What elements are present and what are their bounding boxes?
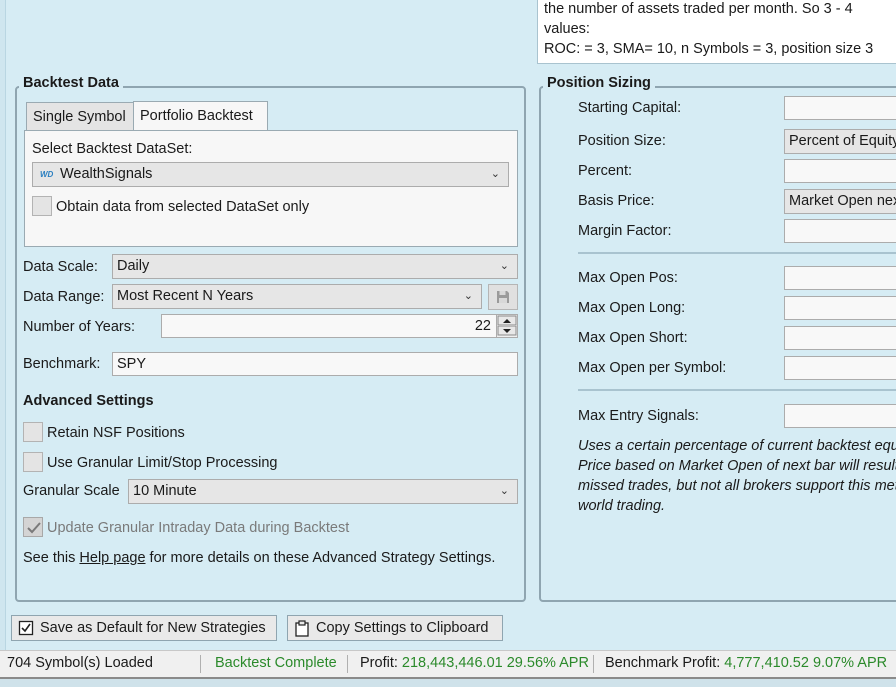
basis-price-value: Market Open next bar <box>789 193 896 209</box>
tab-single-symbol[interactable]: Single Symbol <box>26 102 134 131</box>
basis-price-select[interactable]: Market Open next bar <box>784 189 896 214</box>
benchmark-label: Benchmark: <box>23 356 101 372</box>
benchmark-profit-label: Benchmark Profit: <box>605 655 725 671</box>
help-page-link[interactable]: Help page <box>79 550 145 566</box>
help-text: See this Help page for more details on t… <box>23 549 495 567</box>
help-text-prefix: See this <box>23 550 80 566</box>
max-entry-signals-label: Max Entry Signals: <box>578 408 699 424</box>
status-separator <box>593 655 594 673</box>
max-open-short-input[interactable] <box>784 326 896 350</box>
chevron-down-icon: ⌄ <box>499 485 509 497</box>
max-open-long-input[interactable] <box>784 296 896 320</box>
chevron-down-icon: ⌄ <box>490 168 500 180</box>
save-as-default-label: Save as Default for New Strategies <box>40 620 266 636</box>
margin-factor-input[interactable] <box>784 219 896 243</box>
obtain-data-checkbox[interactable] <box>32 196 52 216</box>
position-note-line: Uses a certain percentage of current bac… <box>578 438 896 454</box>
data-range-select[interactable]: Most Recent N Years ⌄ <box>112 284 482 309</box>
number-of-years-label: Number of Years: <box>23 319 136 335</box>
floppy-disk-icon <box>497 291 509 303</box>
max-entry-signals-input[interactable] <box>784 404 896 428</box>
dataset-value: WealthSignals <box>60 166 153 182</box>
window-bottom-edge <box>0 677 896 687</box>
checkmark-icon <box>27 522 41 534</box>
granular-scale-select[interactable]: 10 Minute ⌄ <box>128 479 518 504</box>
save-range-button[interactable] <box>488 284 518 310</box>
update-intraday-label: Update Granular Intraday Data during Bac… <box>47 520 350 536</box>
profit-status: Profit: 218,443,446.01 29.56% APR <box>360 651 589 676</box>
position-note-line: Price based on Market Open of next bar w… <box>578 458 896 474</box>
data-scale-select[interactable]: Daily ⌄ <box>112 254 518 279</box>
chevron-down-icon: ⌄ <box>463 290 473 302</box>
position-sizing-title: Position Sizing <box>543 74 655 92</box>
retain-nsf-checkbox[interactable] <box>23 422 43 442</box>
strategy-description-box[interactable]: the number of assets traded per month. S… <box>537 0 896 64</box>
wealthdata-logo-icon: WD <box>40 170 54 179</box>
divider <box>578 252 896 254</box>
number-of-years-input[interactable]: 22 <box>161 314 518 338</box>
position-note-line: world trading. <box>578 498 666 514</box>
max-open-pos-label: Max Open Pos: <box>578 270 678 286</box>
starting-capital-input[interactable] <box>784 96 896 120</box>
granular-scale-label: Granular Scale <box>23 483 120 499</box>
benchmark-profit-status: Benchmark Profit: 4,777,410.52 9.07% APR <box>605 651 887 676</box>
symbols-loaded-status: 704 Symbol(s) Loaded <box>7 655 153 671</box>
help-text-suffix: for more details on these Advanced Strat… <box>145 550 496 566</box>
data-scale-value: Daily <box>117 258 150 274</box>
max-open-long-label: Max Open Long: <box>578 300 686 316</box>
position-note-line: missed trades, but not all brokers suppo… <box>578 478 896 494</box>
benchmark-profit-value: 4,777,410.52 9.07% APR <box>724 655 888 671</box>
tab-portfolio-backtest[interactable]: Portfolio Backtest <box>133 101 268 131</box>
data-range-label: Data Range: <box>23 289 105 305</box>
status-separator <box>347 655 348 673</box>
data-range-value: Most Recent N Years <box>117 288 254 304</box>
max-open-short-label: Max Open Short: <box>578 330 688 346</box>
starting-capital-label: Starting Capital: <box>578 100 682 116</box>
granular-processing-checkbox[interactable] <box>23 452 43 472</box>
position-size-select[interactable]: Percent of Equity <box>784 129 896 154</box>
description-line: the number of assets traded per month. S… <box>544 1 853 17</box>
advanced-settings-heading: Advanced Settings <box>23 393 154 409</box>
position-size-value: Percent of Equity <box>789 133 896 149</box>
number-of-years-value: 22 <box>474 318 491 334</box>
benchmark-input[interactable]: SPY <box>112 352 518 376</box>
percent-input[interactable] <box>784 159 896 183</box>
max-open-symbol-label: Max Open per Symbol: <box>578 360 727 376</box>
profit-label: Profit: <box>360 655 402 671</box>
spin-down-icon[interactable] <box>497 326 517 337</box>
dataset-select[interactable]: WD WealthSignals ⌄ <box>32 162 509 187</box>
data-scale-label: Data Scale: <box>23 259 98 275</box>
checkbox-icon <box>18 620 34 636</box>
granular-processing-label: Use Granular Limit/Stop Processing <box>47 455 278 471</box>
margin-factor-label: Margin Factor: <box>578 223 672 239</box>
chevron-down-icon: ⌄ <box>499 260 509 272</box>
percent-label: Percent: <box>578 163 632 179</box>
divider <box>578 389 896 391</box>
spin-up-icon[interactable] <box>497 315 517 326</box>
backtest-data-title: Backtest Data <box>19 74 123 92</box>
status-bar: 704 Symbol(s) Loaded Backtest Complete P… <box>0 650 896 677</box>
obtain-data-label: Obtain data from selected DataSet only <box>56 199 310 215</box>
select-dataset-label: Select Backtest DataSet: <box>32 141 193 157</box>
retain-nsf-label: Retain NSF Positions <box>47 425 185 441</box>
status-separator <box>200 655 201 673</box>
profit-value: 218,443,446.01 29.56% APR <box>401 655 589 671</box>
left-window-edge <box>0 0 6 650</box>
granular-scale-value: 10 Minute <box>133 483 197 499</box>
copy-settings-label: Copy Settings to Clipboard <box>316 620 489 636</box>
max-open-pos-input[interactable] <box>784 266 896 290</box>
description-line: ROC: = 3, SMA= 10, n Symbols = 3, positi… <box>544 41 874 57</box>
basis-price-label: Basis Price: <box>578 193 655 209</box>
description-line: values: <box>544 21 590 37</box>
copy-settings-button[interactable]: Copy Settings to Clipboard <box>287 615 503 641</box>
save-as-default-button[interactable]: Save as Default for New Strategies <box>11 615 277 641</box>
backtest-state-status: Backtest Complete <box>215 655 337 671</box>
position-size-label: Position Size: <box>578 133 666 149</box>
years-spinner[interactable] <box>496 315 517 337</box>
benchmark-value: SPY <box>117 356 147 372</box>
clipboard-icon <box>295 620 309 637</box>
update-intraday-checkbox[interactable] <box>23 517 43 537</box>
max-open-symbol-input[interactable] <box>784 356 896 380</box>
